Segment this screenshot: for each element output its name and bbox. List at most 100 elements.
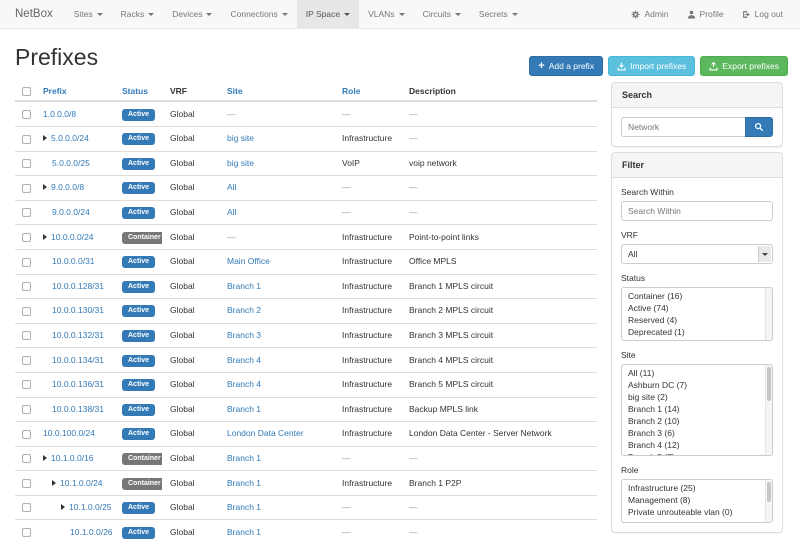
listbox-option[interactable]: Ashburn DC (7)	[622, 379, 772, 391]
prefix-link[interactable]: 5.0.0.0/25	[52, 158, 90, 168]
nav-item-ip-space[interactable]: IP Space	[297, 0, 359, 28]
export-prefixes-button[interactable]: Export prefixes	[700, 56, 788, 76]
select-all-checkbox[interactable]	[22, 87, 31, 96]
search-within-input[interactable]	[621, 201, 773, 221]
row-checkbox[interactable]	[22, 479, 31, 488]
site-link[interactable]: Branch 4	[227, 379, 261, 389]
search-button[interactable]	[745, 117, 773, 137]
import-icon	[617, 62, 626, 71]
listbox-option[interactable]: Deprecated (1)	[622, 326, 772, 338]
site-link[interactable]: big site	[227, 133, 254, 143]
listbox-option[interactable]: Branch 1 (14)	[622, 403, 772, 415]
site-link[interactable]: All	[227, 207, 236, 217]
prefix-link[interactable]: 10.0.0.132/31	[52, 330, 104, 340]
column-header-site[interactable]: Site	[219, 82, 334, 101]
scrollbar[interactable]	[765, 365, 772, 455]
prefix-link[interactable]: 5.0.0.0/24	[51, 133, 89, 143]
prefix-link[interactable]: 1.0.0.0/8	[43, 109, 76, 119]
prefix-link[interactable]: 10.0.0.134/31	[52, 355, 104, 365]
scrollbar[interactable]	[765, 480, 772, 522]
listbox-option[interactable]: All (11)	[622, 367, 772, 379]
nav-item-admin[interactable]: Admin	[622, 0, 677, 28]
nav-item-logout[interactable]: Log out	[733, 0, 792, 28]
prefix-link[interactable]: 10.0.0.136/31	[52, 379, 104, 389]
prefix-link[interactable]: 9.0.0.0/8	[51, 182, 84, 192]
row-checkbox[interactable]	[22, 135, 31, 144]
prefix-link[interactable]: 10.0.0.0/31	[52, 256, 95, 266]
site-link[interactable]: Branch 4	[227, 355, 261, 365]
listbox-option[interactable]: Private unrouteable vlan (0)	[622, 506, 772, 518]
row-checkbox[interactable]	[22, 258, 31, 267]
listbox-option[interactable]: Container (16)	[622, 290, 772, 302]
listbox-option[interactable]: Branch 5 (7)	[622, 451, 772, 456]
prefix-link[interactable]: 10.1.0.0/26	[70, 527, 113, 537]
row-checkbox[interactable]	[22, 331, 31, 340]
listbox-option[interactable]: Branch 4 (12)	[622, 439, 772, 451]
site-link[interactable]: Branch 1	[227, 404, 261, 414]
search-input[interactable]	[621, 117, 745, 137]
prefix-link[interactable]: 10.0.0.138/31	[52, 404, 104, 414]
site-link[interactable]: Main Office	[227, 256, 270, 266]
listbox-option[interactable]: Branch 3 (6)	[622, 427, 772, 439]
nav-item-secrets[interactable]: Secrets	[470, 0, 527, 28]
description-value: voip network	[401, 151, 597, 176]
app-logo[interactable]: NetBox	[0, 0, 65, 28]
nav-item-sites[interactable]: Sites	[65, 0, 112, 28]
row-checkbox[interactable]	[22, 159, 31, 168]
nav-item-racks[interactable]: Racks	[112, 0, 164, 28]
site-link[interactable]: Branch 1	[227, 527, 261, 537]
column-header-role[interactable]: Role	[334, 82, 401, 101]
prefix-link[interactable]: 10.0.0.0/24	[51, 232, 94, 242]
vrf-select[interactable]: All	[621, 244, 773, 264]
prefix-link[interactable]: 10.1.0.0/16	[51, 453, 94, 463]
row-checkbox[interactable]	[22, 307, 31, 316]
prefix-link[interactable]: 9.0.0.0/24	[52, 207, 90, 217]
site-link[interactable]: big site	[227, 158, 254, 168]
listbox-option[interactable]: big site (2)	[622, 391, 772, 403]
row-checkbox[interactable]	[22, 356, 31, 365]
prefix-link[interactable]: 10.0.100.0/24	[43, 428, 95, 438]
status-badge: Active	[122, 281, 155, 293]
column-header-prefix[interactable]: Prefix	[35, 82, 114, 101]
listbox-option[interactable]: Management (8)	[622, 494, 772, 506]
site-link[interactable]: Branch 2	[227, 305, 261, 315]
row-checkbox[interactable]	[22, 110, 31, 119]
vrf-value: Global	[162, 249, 219, 274]
row-checkbox[interactable]	[22, 454, 31, 463]
add-prefix-button[interactable]: + Add a prefix	[529, 56, 603, 76]
row-checkbox[interactable]	[22, 208, 31, 217]
site-link[interactable]: London Data Center	[227, 428, 304, 438]
prefix-link[interactable]: 10.0.0.128/31	[52, 281, 104, 291]
status-badge: Active	[122, 158, 155, 170]
site-listbox[interactable]: All (11)Ashburn DC (7)big site (2)Branch…	[621, 364, 773, 456]
row-checkbox[interactable]	[22, 503, 31, 512]
nav-item-devices[interactable]: Devices	[163, 0, 221, 28]
listbox-option[interactable]: Branch 2 (10)	[622, 415, 772, 427]
row-checkbox[interactable]	[22, 184, 31, 193]
row-checkbox[interactable]	[22, 430, 31, 439]
site-link[interactable]: Branch 1	[227, 478, 261, 488]
scrollbar[interactable]	[765, 288, 772, 340]
site-link[interactable]: Branch 1	[227, 453, 261, 463]
import-prefixes-button[interactable]: Import prefixes	[608, 56, 695, 76]
row-checkbox[interactable]	[22, 233, 31, 242]
row-checkbox[interactable]	[22, 405, 31, 414]
prefix-link[interactable]: 10.0.0.130/31	[52, 305, 104, 315]
row-checkbox[interactable]	[22, 380, 31, 389]
nav-item-circuits[interactable]: Circuits	[414, 0, 470, 28]
listbox-option[interactable]: Infrastructure (25)	[622, 482, 772, 494]
role-listbox[interactable]: Infrastructure (25)Management (8)Private…	[621, 479, 773, 523]
listbox-option[interactable]: Reserved (4)	[622, 314, 772, 326]
listbox-option[interactable]: Active (74)	[622, 302, 772, 314]
site-link[interactable]: All	[227, 182, 236, 192]
status-listbox[interactable]: Container (16)Active (74)Reserved (4)Dep…	[621, 287, 773, 341]
site-link[interactable]: Branch 3	[227, 330, 261, 340]
prefix-link[interactable]: 10.1.0.0/24	[60, 478, 103, 488]
nav-item-profile[interactable]: Profile	[678, 0, 733, 28]
column-header-status[interactable]: Status	[114, 82, 162, 101]
row-checkbox[interactable]	[22, 528, 31, 537]
nav-item-connections[interactable]: Connections	[221, 0, 296, 28]
nav-item-vlans[interactable]: VLANs	[359, 0, 413, 28]
row-checkbox[interactable]	[22, 282, 31, 291]
site-link[interactable]: Branch 1	[227, 281, 261, 291]
